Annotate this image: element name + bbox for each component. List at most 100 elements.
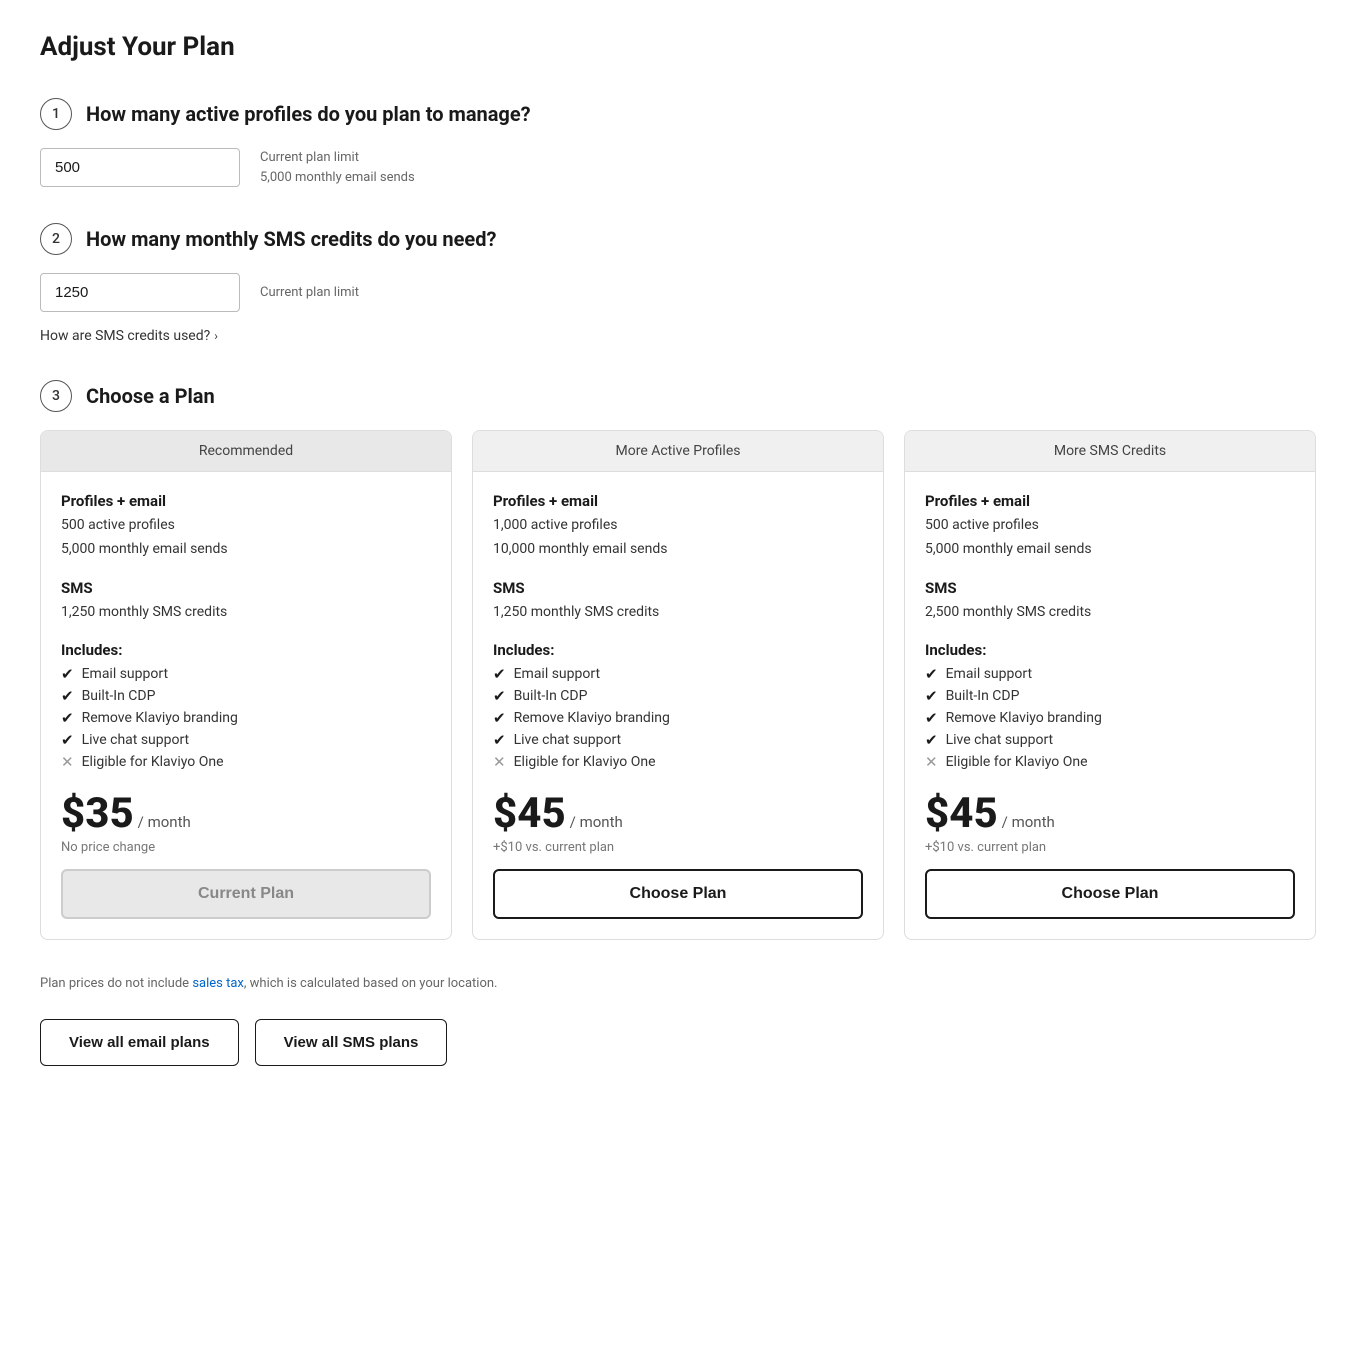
feature-item: ✔ Email support — [61, 665, 431, 683]
plan-header: More Active Profiles — [473, 431, 883, 472]
email-profiles: 1,000 active profiles — [493, 514, 863, 536]
check-icon: ✔ — [493, 709, 506, 727]
feature-item: ✔ Live chat support — [493, 731, 863, 749]
plan-body: Profiles + email 500 active profiles 5,0… — [41, 472, 451, 939]
step3-title: Choose a Plan — [86, 384, 215, 408]
step1-title: How many active profiles do you plan to … — [86, 102, 531, 126]
sales-tax-link[interactable]: sales tax — [192, 976, 244, 991]
x-icon: ✕ — [493, 753, 506, 771]
plan-button[interactable]: Choose Plan — [925, 869, 1295, 919]
sms-label: SMS — [925, 579, 1295, 597]
step1-circle: 1 — [40, 98, 72, 130]
bottom-buttons: View all email plans View all SMS plans — [40, 1019, 1316, 1066]
email-profiles: 500 active profiles — [925, 514, 1295, 536]
check-icon: ✔ — [61, 709, 74, 727]
sms-credits: 1,250 monthly SMS credits — [61, 601, 431, 623]
check-icon: ✔ — [61, 665, 74, 683]
sms-label: SMS — [61, 579, 431, 597]
check-icon: ✔ — [493, 687, 506, 705]
price-main: $35 / month — [61, 789, 431, 838]
bottom-btn-1[interactable]: View all SMS plans — [255, 1019, 448, 1066]
step1-section: 1 How many active profiles do you plan t… — [40, 98, 1316, 187]
step3-header: 3 Choose a Plan — [40, 380, 1316, 412]
feature-item: ✕ Eligible for Klaviyo One — [61, 753, 431, 771]
price-block: $45 / month +$10 vs. current plan — [493, 789, 863, 855]
sms-block: SMS 1,250 monthly SMS credits — [61, 579, 431, 623]
price-period: / month — [570, 813, 623, 831]
includes-block: Includes: ✔ Email support ✔ Built-In CDP… — [493, 641, 863, 771]
check-icon: ✔ — [61, 731, 74, 749]
step2-header: 2 How many monthly SMS credits do you ne… — [40, 223, 1316, 255]
check-icon: ✔ — [925, 709, 938, 727]
feature-item: ✔ Live chat support — [925, 731, 1295, 749]
email-sends: 5,000 monthly email sends — [61, 538, 431, 560]
email-label: Profiles + email — [493, 492, 863, 510]
plan-body: Profiles + email 500 active profiles 5,0… — [905, 472, 1315, 939]
includes-label: Includes: — [61, 641, 431, 659]
step2-section: 2 How many monthly SMS credits do you ne… — [40, 223, 1316, 344]
check-icon: ✔ — [493, 731, 506, 749]
tax-note: Plan prices do not include sales tax, wh… — [40, 976, 1316, 991]
feature-item: ✕ Eligible for Klaviyo One — [925, 753, 1295, 771]
price-note: No price change — [61, 840, 431, 855]
step2-circle: 2 — [40, 223, 72, 255]
feature-item: ✔ Live chat support — [61, 731, 431, 749]
plans-grid: Recommended Profiles + email 500 active … — [40, 430, 1316, 940]
sms-credits-link[interactable]: How are SMS credits used? › — [40, 328, 218, 344]
check-icon: ✔ — [61, 687, 74, 705]
feature-item: ✔ Built-In CDP — [61, 687, 431, 705]
price-block: $45 / month +$10 vs. current plan — [925, 789, 1295, 855]
price-period: / month — [138, 813, 191, 831]
includes-block: Includes: ✔ Email support ✔ Built-In CDP… — [925, 641, 1295, 771]
sms-label: SMS — [493, 579, 863, 597]
bottom-btn-0[interactable]: View all email plans — [40, 1019, 239, 1066]
email-sends: 5,000 monthly email sends — [925, 538, 1295, 560]
email-label: Profiles + email — [925, 492, 1295, 510]
plan-card-2: More SMS Credits Profiles + email 500 ac… — [904, 430, 1316, 940]
plan-header: More SMS Credits — [905, 431, 1315, 472]
price-note: +$10 vs. current plan — [493, 840, 863, 855]
feature-item: ✔ Built-In CDP — [925, 687, 1295, 705]
feature-item: ✕ Eligible for Klaviyo One — [493, 753, 863, 771]
sms-credits: 1,250 monthly SMS credits — [493, 601, 863, 623]
step2-hint: Current plan limit — [260, 283, 359, 303]
email-block: Profiles + email 1,000 active profiles 1… — [493, 492, 863, 561]
feature-item: ✔ Remove Klaviyo branding — [925, 709, 1295, 727]
check-icon: ✔ — [925, 665, 938, 683]
price-block: $35 / month No price change — [61, 789, 431, 855]
price-period: / month — [1002, 813, 1055, 831]
page-title: Adjust Your Plan — [40, 32, 1316, 62]
email-block: Profiles + email 500 active profiles 5,0… — [925, 492, 1295, 561]
price-main: $45 / month — [493, 789, 863, 838]
price-dollar: $45 — [493, 789, 566, 838]
includes-label: Includes: — [493, 641, 863, 659]
includes-block: Includes: ✔ Email support ✔ Built-In CDP… — [61, 641, 431, 771]
profiles-input[interactable] — [40, 148, 240, 187]
plan-body: Profiles + email 1,000 active profiles 1… — [473, 472, 883, 939]
step2-title: How many monthly SMS credits do you need… — [86, 227, 496, 251]
includes-label: Includes: — [925, 641, 1295, 659]
step1-input-row: Current plan limit 5,000 monthly email s… — [40, 148, 1316, 187]
check-icon: ✔ — [925, 731, 938, 749]
sms-credits-input[interactable] — [40, 273, 240, 312]
plan-button: Current Plan — [61, 869, 431, 919]
email-profiles: 500 active profiles — [61, 514, 431, 536]
price-note: +$10 vs. current plan — [925, 840, 1295, 855]
feature-item: ✔ Remove Klaviyo branding — [61, 709, 431, 727]
x-icon: ✕ — [61, 753, 74, 771]
feature-item: ✔ Email support — [925, 665, 1295, 683]
price-main: $45 / month — [925, 789, 1295, 838]
sms-block: SMS 1,250 monthly SMS credits — [493, 579, 863, 623]
plan-card-0: Recommended Profiles + email 500 active … — [40, 430, 452, 940]
sms-credits: 2,500 monthly SMS credits — [925, 601, 1295, 623]
plan-button[interactable]: Choose Plan — [493, 869, 863, 919]
price-dollar: $45 — [925, 789, 998, 838]
feature-item: ✔ Built-In CDP — [493, 687, 863, 705]
plan-header: Recommended — [41, 431, 451, 472]
step3-section: 3 Choose a Plan Recommended Profiles + e… — [40, 380, 1316, 940]
email-sends: 10,000 monthly email sends — [493, 538, 863, 560]
step2-input-row: Current plan limit — [40, 273, 1316, 312]
chevron-right-icon: › — [214, 329, 218, 343]
price-dollar: $35 — [61, 789, 134, 838]
email-label: Profiles + email — [61, 492, 431, 510]
